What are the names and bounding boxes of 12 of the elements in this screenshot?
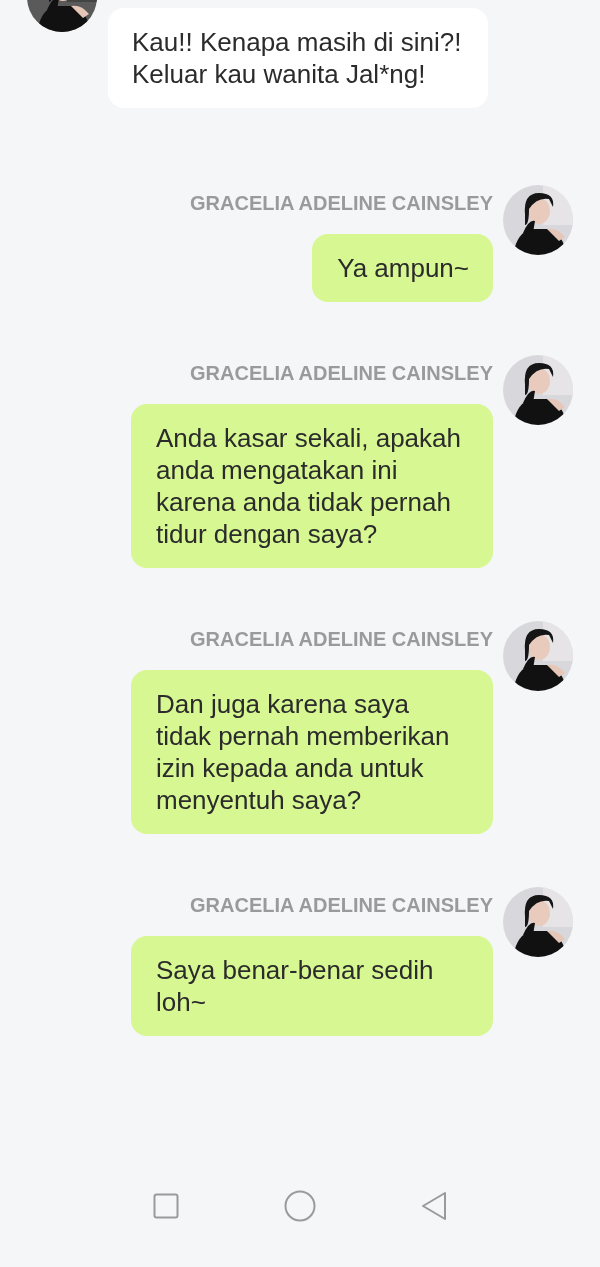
circle-icon[interactable] bbox=[284, 1190, 316, 1222]
message-bubble: Ya ampun~ bbox=[312, 234, 493, 302]
sender-name: GRACELIA ADELINE CAINSLEY bbox=[190, 191, 493, 216]
message-bubble: Saya benar-benar sedih loh~ bbox=[131, 936, 493, 1036]
sender-name: GRACELIA ADELINE CAINSLEY bbox=[190, 361, 493, 386]
message-bubble: Anda kasar sekali, apakah anda mengatakan ini karena anda tidak pernah tidur dengan saya? bbox=[131, 404, 493, 568]
square-icon[interactable] bbox=[152, 1193, 179, 1219]
sender-name: GRACELIA ADELINE CAINSLEY bbox=[190, 627, 493, 652]
sender-name: GRACELIA ADELINE CAINSLEY bbox=[190, 893, 493, 918]
message-bubble: Kau!! Kenapa masih di sini?! Keluar kau wanita Jal*ng! bbox=[108, 8, 488, 108]
message-bubble: Dan juga karena saya tidak pernah memberikan izin kepada anda untuk menyentuh saya? bbox=[131, 670, 493, 834]
triangle-icon[interactable] bbox=[421, 1191, 448, 1221]
